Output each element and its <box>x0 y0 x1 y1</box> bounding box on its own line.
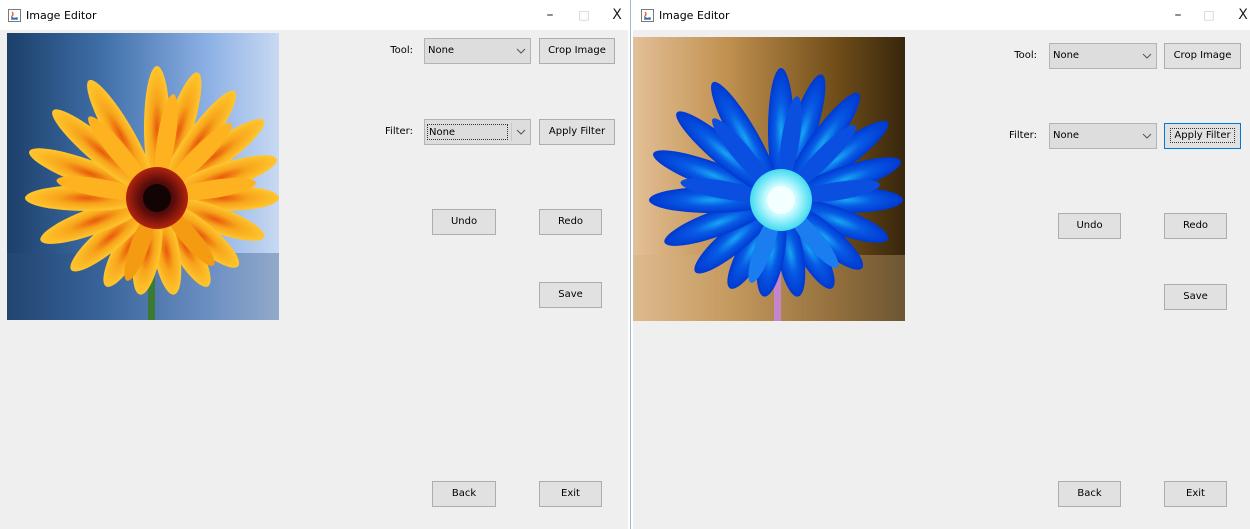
title-bar[interactable]: Image Editor – □ X <box>633 0 1250 30</box>
crop-image-button[interactable]: Crop Image <box>539 38 615 64</box>
redo-button[interactable]: Redo <box>1164 213 1227 239</box>
exit-button[interactable]: Exit <box>539 481 602 507</box>
close-button[interactable]: X <box>604 4 630 26</box>
window-title: Image Editor <box>26 9 97 22</box>
close-button[interactable]: X <box>1230 4 1250 26</box>
redo-button[interactable]: Redo <box>539 209 602 235</box>
filter-label: Filter: <box>1009 130 1037 141</box>
maximize-button[interactable]: □ <box>571 4 597 26</box>
maximize-button[interactable]: □ <box>1196 4 1222 26</box>
tool-combobox[interactable]: None <box>1049 43 1157 69</box>
undo-button[interactable]: Undo <box>1058 213 1121 239</box>
undo-button[interactable]: Undo <box>432 209 496 235</box>
minimize-button[interactable]: – <box>537 4 563 26</box>
blue-flower-photo <box>633 37 905 321</box>
tool-combobox[interactable]: None <box>424 38 531 64</box>
apply-filter-button[interactable]: Apply Filter <box>539 119 615 145</box>
save-button[interactable]: Save <box>539 282 602 308</box>
chevron-down-icon <box>516 48 526 54</box>
image-editor-window-filtered: Image Editor – □ X Tool: None Crop Image… <box>633 0 1250 529</box>
exit-button[interactable]: Exit <box>1164 481 1227 507</box>
java-app-icon <box>8 9 21 22</box>
tool-combobox-value: None <box>1053 50 1080 61</box>
tool-label: Tool: <box>1014 50 1037 61</box>
chevron-down-icon <box>516 129 526 135</box>
filter-combobox[interactable]: None <box>1049 123 1157 149</box>
chevron-down-icon <box>1142 133 1152 139</box>
back-button[interactable]: Back <box>432 481 496 507</box>
title-bar[interactable]: Image Editor – □ X <box>0 0 628 30</box>
filter-label: Filter: <box>385 126 413 137</box>
save-button[interactable]: Save <box>1164 284 1227 310</box>
tool-label: Tool: <box>390 45 413 56</box>
image-canvas[interactable] <box>7 33 279 320</box>
image-canvas[interactable] <box>633 37 905 321</box>
image-editor-window-original: Image Editor – □ X Tool: None Crop Image… <box>0 0 628 529</box>
tool-combobox-value: None <box>428 45 455 56</box>
combobox-separator <box>511 123 512 141</box>
java-app-icon <box>641 9 654 22</box>
window-divider <box>630 0 631 529</box>
window-title: Image Editor <box>659 9 730 22</box>
back-button[interactable]: Back <box>1058 481 1121 507</box>
minimize-button[interactable]: – <box>1165 4 1191 26</box>
orange-flower-photo <box>7 33 279 320</box>
chevron-down-icon <box>1142 53 1152 59</box>
filter-combobox-value: None <box>1053 130 1080 141</box>
apply-filter-button[interactable]: Apply Filter <box>1164 123 1241 149</box>
crop-image-button[interactable]: Crop Image <box>1164 43 1241 69</box>
filter-combobox-value: None <box>427 124 508 140</box>
filter-combobox[interactable]: None <box>424 119 531 145</box>
